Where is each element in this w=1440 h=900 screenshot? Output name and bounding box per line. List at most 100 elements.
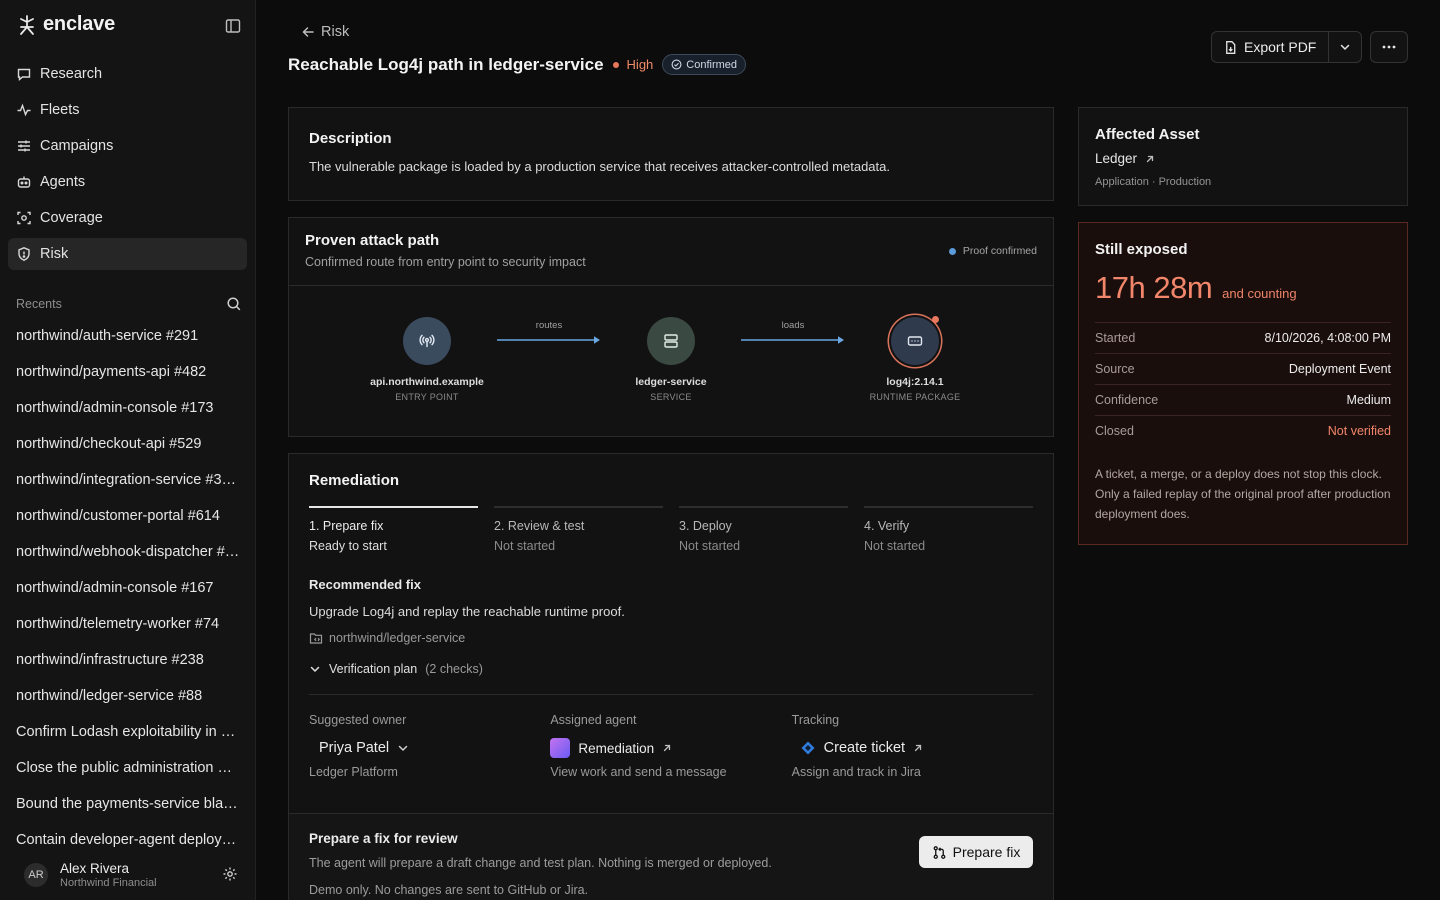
asset-link[interactable]: Ledger [1095, 151, 1391, 166]
recent-item[interactable]: northwind/admin-console #173 [16, 390, 240, 426]
repo-link[interactable]: northwind/ledger-service [309, 631, 1033, 645]
recent-item[interactable]: northwind/auth-service #291 [16, 318, 240, 354]
meta-value: Medium [1346, 393, 1391, 407]
description-text: The vulnerable package is loaded by a pr… [309, 159, 890, 174]
proof-status: Proof confirmed [948, 245, 1037, 257]
owner-label: Suggested owner [309, 713, 407, 727]
sidebar: enclave Research Fleets Campaigns Agents… [0, 0, 256, 900]
external-link-icon [662, 743, 672, 753]
affected-asset-title: Affected Asset [1095, 126, 1200, 143]
folder-code-icon [309, 631, 323, 645]
assigned-agent: Assigned agent Remediation View work and… [550, 713, 791, 779]
back-link[interactable]: Risk [301, 24, 349, 40]
recent-item[interactable]: northwind/admin-console #167 [16, 570, 240, 606]
meta-value: Not verified [1327, 424, 1391, 438]
create-ticket-button[interactable]: Create ticket [792, 738, 1033, 758]
recent-item[interactable]: northwind/infrastructure #238 [16, 642, 240, 678]
owner-select[interactable]: Priya Patel [309, 738, 550, 758]
sidebar-item-research[interactable]: Research [8, 58, 247, 90]
attack-node-entry-point[interactable]: api.northwind.example ENTRY POINT [342, 317, 512, 402]
recent-item[interactable]: northwind/checkout-api #529 [16, 426, 240, 462]
export-pdf-button[interactable]: Export PDF [1212, 32, 1328, 62]
agent-link[interactable]: Remediation [550, 738, 791, 758]
sidebar-item-fleets[interactable]: Fleets [8, 94, 247, 126]
attack-path-card: Proven attack path Confirmed route from … [288, 217, 1054, 437]
sidebar-item-label: Fleets [40, 102, 80, 118]
step-prepare-fix[interactable]: 1. Prepare fix Ready to start [309, 506, 478, 553]
asset-name: Ledger [1095, 151, 1138, 166]
enclave-logo-icon [16, 14, 38, 36]
meta-value: 8/10/2026, 4:08:00 PM [1264, 331, 1391, 345]
attack-node-runtime-package[interactable]: log4j:2.14.1 RUNTIME PACKAGE [830, 316, 1000, 402]
step-deploy[interactable]: 3. Deploy Not started [679, 506, 848, 553]
more-actions-button[interactable] [1370, 31, 1408, 63]
recent-item[interactable]: northwind/customer-portal #614 [16, 498, 240, 534]
recent-item[interactable]: northwind/telemetry-worker #74 [16, 606, 240, 642]
exposure-duration: 17h 28m [1095, 270, 1213, 305]
sliders-icon [16, 138, 32, 154]
sidebar-item-agents[interactable]: Agents [8, 166, 247, 198]
attack-path-title: Proven attack path [305, 232, 440, 249]
sidebar-item-campaigns[interactable]: Campaigns [8, 130, 247, 162]
arrow-left-icon [301, 25, 315, 39]
recents-list: northwind/auth-service #291 northwind/pa… [16, 318, 240, 858]
node-type: RUNTIME PACKAGE [869, 392, 961, 402]
prepare-fix-section: Prepare a fix for review The agent will … [289, 813, 1053, 900]
git-pull-request-icon [932, 845, 947, 860]
exposure-row-started: Started 8/10/2026, 4:08:00 PM [1095, 322, 1391, 353]
gear-icon[interactable] [222, 866, 238, 882]
step-title: 3. Deploy [679, 519, 732, 533]
file-download-icon [1223, 40, 1238, 55]
step-status: Not started [679, 539, 741, 553]
check-circle-icon [671, 59, 682, 70]
sidebar-nav: Research Fleets Campaigns Agents Coverag… [8, 58, 247, 274]
sidebar-item-risk[interactable]: Risk [8, 238, 247, 270]
status-badge-label: Confirmed [686, 58, 738, 71]
chevron-down-icon [309, 663, 321, 675]
meta-key: Confidence [1095, 393, 1159, 407]
search-icon[interactable] [226, 296, 242, 312]
step-title: 2. Review & test [494, 519, 585, 533]
tracking: Tracking Create ticket Assign and track … [792, 713, 1033, 779]
recent-item[interactable]: Close the public administration p… [16, 750, 240, 786]
exposure-counting: and counting [1222, 286, 1297, 301]
ownership-row: Suggested owner Priya Patel Ledger Platf… [309, 694, 1033, 779]
package-icon [906, 332, 924, 350]
brand[interactable]: enclave [16, 13, 115, 36]
exposure-row-confidence: Confidence Medium [1095, 384, 1391, 415]
attack-path-subtitle: Confirmed route from entry point to secu… [305, 255, 586, 269]
avatar: AR [24, 863, 48, 887]
step-review-test[interactable]: 2. Review & test Not started [494, 506, 663, 553]
proof-status-label: Proof confirmed [962, 245, 1037, 257]
recent-item[interactable]: northwind/integration-service #3… [16, 462, 240, 498]
brand-name: enclave [43, 13, 115, 35]
recent-item[interactable]: Contain developer-agent deploy… [16, 822, 240, 858]
recent-item[interactable]: Confirm Lodash exploitability in p… [16, 714, 240, 750]
step-status: Not started [494, 539, 556, 553]
chevron-down-icon [1339, 41, 1351, 53]
verification-plan-count: (2 checks) [425, 662, 483, 676]
recent-item[interactable]: northwind/ledger-service #88 [16, 678, 240, 714]
tracking-label: Tracking [791, 713, 840, 727]
step-title: 4. Verify [864, 519, 910, 533]
recent-item[interactable]: northwind/webhook-dispatcher #… [16, 534, 240, 570]
recent-item[interactable]: Bound the payments-service bla… [16, 786, 240, 822]
recents-header: Recents [16, 292, 242, 316]
sidebar-item-coverage[interactable]: Coverage [8, 202, 247, 234]
step-verify[interactable]: 4. Verify Not started [864, 506, 1033, 553]
page-title: Reachable Log4j path in ledger-service [288, 54, 604, 74]
collapse-sidebar-button[interactable] [224, 17, 242, 35]
user-profile[interactable]: AR Alex Rivera Northwind Financial [24, 858, 242, 892]
verification-plan-toggle[interactable]: Verification plan (2 checks) [309, 662, 1033, 676]
agent-name: Remediation [578, 740, 655, 756]
prepare-fix-button[interactable]: Prepare fix [919, 836, 1033, 868]
shield-icon [16, 246, 32, 262]
meta-key: Closed [1095, 424, 1134, 438]
owner-team: Ledger Platform [309, 765, 398, 779]
repo-name: northwind/ledger-service [329, 631, 466, 645]
export-options-button[interactable] [1328, 32, 1361, 62]
recents-label: Recents [16, 297, 62, 311]
recent-item[interactable]: northwind/payments-api #482 [16, 354, 240, 390]
sidebar-item-label: Risk [40, 246, 69, 262]
attack-node-service[interactable]: ledger-service SERVICE [586, 317, 756, 402]
